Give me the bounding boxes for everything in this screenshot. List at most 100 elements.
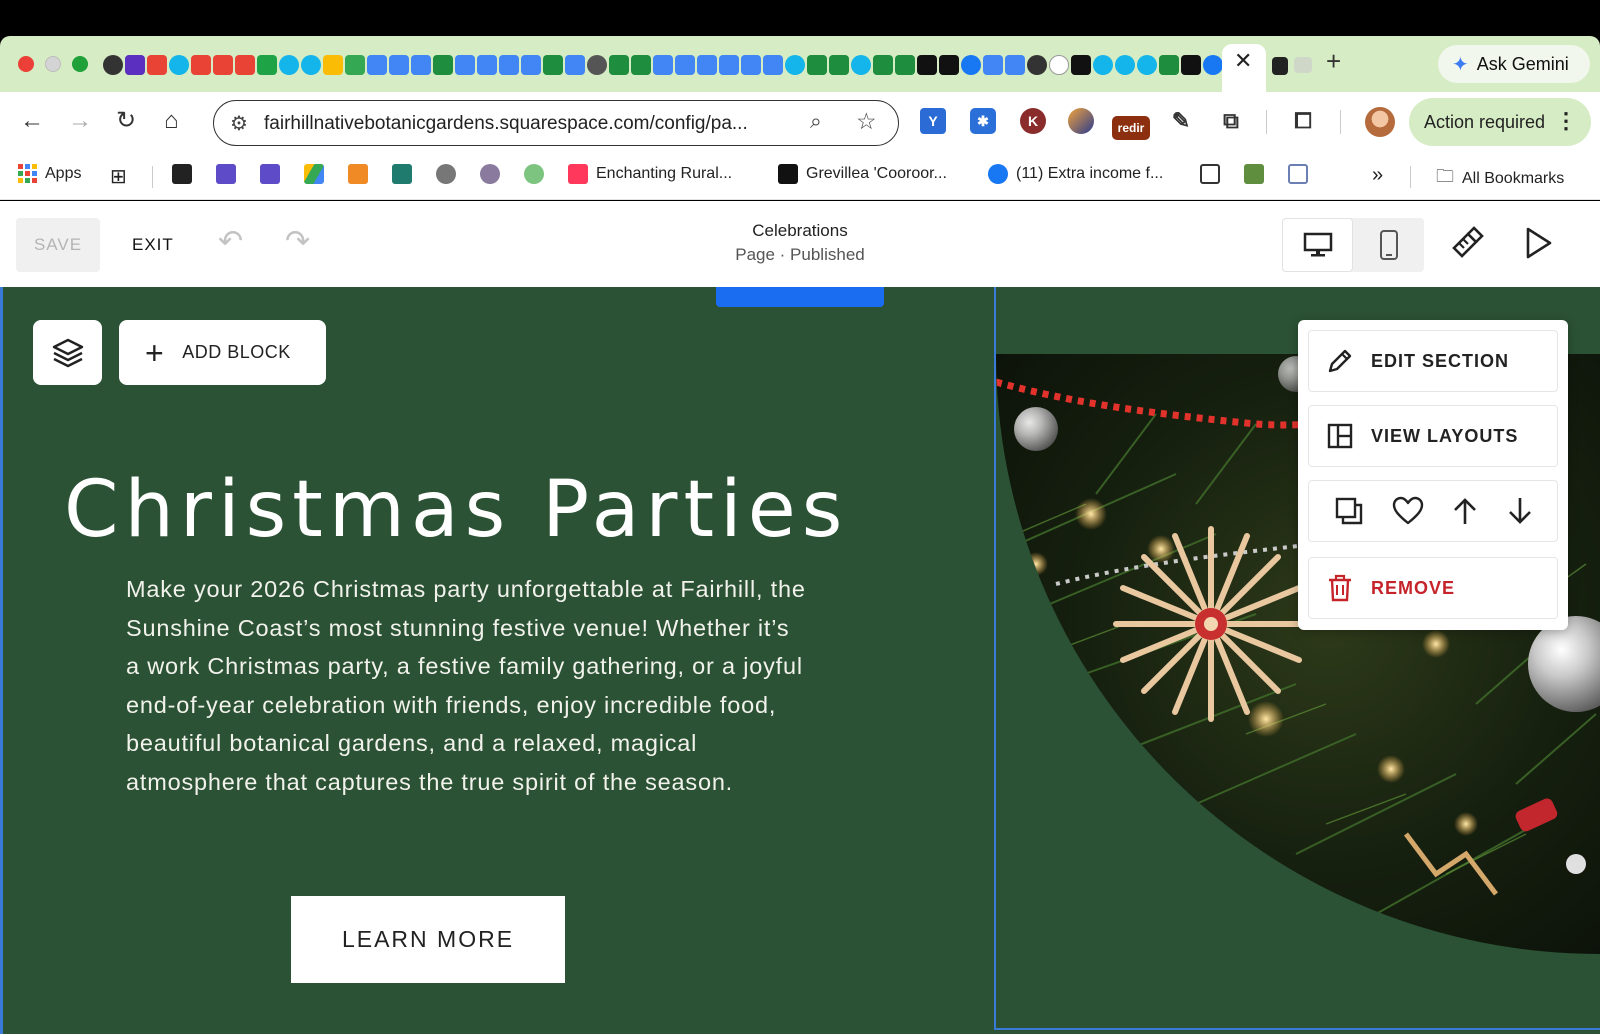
extensions-puzzle-icon[interactable]: ⧉ bbox=[1218, 108, 1244, 134]
tab-favicon[interactable] bbox=[851, 55, 871, 75]
tab-favicon[interactable] bbox=[565, 55, 585, 75]
add-block-button[interactable]: + ADD BLOCK bbox=[119, 320, 326, 385]
maximize-window-button[interactable] bbox=[72, 56, 88, 72]
action-required-button[interactable]: Action required ⋮ bbox=[1409, 98, 1591, 146]
bookmark-drive-icon[interactable] bbox=[304, 164, 324, 184]
bookmark-bird-icon[interactable] bbox=[436, 164, 456, 184]
tab-favicon[interactable] bbox=[213, 55, 233, 75]
more-vertical-icon[interactable]: ⋮ bbox=[1555, 107, 1577, 135]
tab-favicon[interactable] bbox=[1272, 57, 1288, 75]
redir-extension-icon[interactable]: redir bbox=[1112, 116, 1150, 140]
bookmark-shell-icon[interactable] bbox=[480, 164, 500, 184]
tab-favicon[interactable] bbox=[917, 55, 937, 75]
bookmark-heart-icon[interactable] bbox=[524, 164, 544, 184]
move-down-icon[interactable] bbox=[1506, 496, 1534, 526]
tab-favicon[interactable] bbox=[389, 55, 409, 75]
extension-y-icon[interactable]: Y bbox=[920, 108, 946, 134]
bookmark-blocks-icon[interactable] bbox=[348, 164, 368, 184]
tab-favicon[interactable] bbox=[1049, 55, 1069, 75]
tab-favicon[interactable] bbox=[1115, 55, 1135, 75]
tab-groups-grid-icon[interactable]: ⊞ bbox=[110, 164, 127, 189]
minimize-window-button[interactable] bbox=[45, 56, 61, 72]
tab-favicon[interactable] bbox=[1159, 55, 1179, 75]
tab-favicon[interactable] bbox=[807, 55, 827, 75]
tab-favicon[interactable] bbox=[829, 55, 849, 75]
tab-search-icon[interactable]: ⧠ bbox=[1290, 108, 1316, 134]
address-bar[interactable]: ⚙ fairhillnativebotanicgardens.squarespa… bbox=[213, 100, 899, 146]
bookmark-list-icon[interactable] bbox=[216, 164, 236, 184]
zoom-icon[interactable]: ⌕ bbox=[810, 110, 822, 134]
site-settings-icon[interactable]: ⚙ bbox=[230, 111, 248, 136]
reload-icon[interactable]: ↻ bbox=[116, 106, 136, 136]
back-arrow-icon[interactable]: ← bbox=[20, 106, 44, 136]
bookmark-shopify-icon[interactable] bbox=[1244, 164, 1264, 184]
tab-favicon[interactable] bbox=[367, 55, 387, 75]
tab-favicon[interactable] bbox=[125, 55, 145, 75]
tab-favicon[interactable] bbox=[895, 55, 915, 75]
heart-icon[interactable] bbox=[1392, 496, 1424, 526]
bookmark-star-icon[interactable]: ☆ bbox=[856, 108, 877, 135]
bookmarks-overflow-icon[interactable]: » bbox=[1372, 164, 1383, 187]
ask-gemini-button[interactable]: ✦ Ask Gemini bbox=[1438, 45, 1590, 83]
extension-k-icon[interactable]: K bbox=[1020, 108, 1046, 134]
tab-favicon[interactable] bbox=[785, 55, 805, 75]
tab-favicon[interactable] bbox=[719, 55, 739, 75]
tab-favicon[interactable] bbox=[521, 55, 541, 75]
move-up-icon[interactable] bbox=[1451, 496, 1479, 526]
remove-section-button[interactable]: REMOVE bbox=[1308, 557, 1558, 619]
tab-favicon[interactable] bbox=[961, 55, 981, 75]
profile-avatar[interactable] bbox=[1365, 107, 1395, 137]
tab-favicon[interactable] bbox=[543, 55, 563, 75]
tab-favicon[interactable] bbox=[1181, 55, 1201, 75]
tab-favicon[interactable] bbox=[323, 55, 343, 75]
bookmark-grevillea[interactable]: Grevillea 'Cooroor... bbox=[778, 164, 947, 184]
tab-favicon[interactable] bbox=[697, 55, 717, 75]
view-layouts-button[interactable]: VIEW LAYOUTS bbox=[1308, 405, 1558, 467]
tab-favicon[interactable] bbox=[609, 55, 629, 75]
tab-favicon[interactable] bbox=[631, 55, 651, 75]
all-bookmarks[interactable]: 🗀 All Bookmarks bbox=[1436, 164, 1564, 194]
extension-swirl-icon[interactable] bbox=[1068, 108, 1094, 134]
tab-favicon[interactable] bbox=[499, 55, 519, 75]
tab-favicon[interactable] bbox=[1005, 55, 1025, 75]
tab-favicon[interactable] bbox=[763, 55, 783, 75]
tab-favicon[interactable] bbox=[1137, 55, 1157, 75]
bookmark-chart-icon[interactable] bbox=[392, 164, 412, 184]
bookmark-enchanting[interactable]: Enchanting Rural... bbox=[568, 164, 732, 184]
extension-snowflake-icon[interactable]: ✱ bbox=[970, 108, 996, 134]
exit-button[interactable]: EXIT bbox=[132, 235, 174, 255]
tab-favicon[interactable] bbox=[587, 55, 607, 75]
duplicate-icon[interactable] bbox=[1333, 495, 1365, 527]
tab-favicon[interactable] bbox=[345, 55, 365, 75]
tab-favicon[interactable] bbox=[103, 55, 123, 75]
tab-favicon[interactable] bbox=[939, 55, 959, 75]
tab-favicon[interactable] bbox=[257, 55, 277, 75]
tab-favicon[interactable] bbox=[1093, 55, 1113, 75]
add-section-button[interactable] bbox=[716, 287, 884, 307]
tab-favicon[interactable] bbox=[301, 55, 321, 75]
tab-favicon[interactable] bbox=[455, 55, 475, 75]
close-tab-icon[interactable]: ✕ bbox=[1234, 50, 1252, 72]
tab-favicon[interactable] bbox=[1203, 55, 1223, 75]
new-tab-button[interactable]: + bbox=[1326, 48, 1341, 74]
tab-favicon[interactable] bbox=[147, 55, 167, 75]
bookmark-apps[interactable]: Apps bbox=[18, 164, 81, 183]
tab-favicon[interactable] bbox=[741, 55, 761, 75]
forward-arrow-icon[interactable]: → bbox=[68, 106, 92, 136]
tab-favicon[interactable] bbox=[235, 55, 255, 75]
site-styles-icon[interactable] bbox=[1450, 226, 1484, 260]
tab-favicon[interactable] bbox=[279, 55, 299, 75]
tab-favicon[interactable] bbox=[983, 55, 1003, 75]
tab-favicon[interactable] bbox=[169, 55, 189, 75]
bookmark-facebook[interactable]: (11) Extra income f... bbox=[988, 164, 1163, 184]
save-button[interactable]: SAVE bbox=[16, 218, 100, 272]
redo-icon[interactable]: ↷ bbox=[285, 227, 310, 257]
tab-favicon[interactable] bbox=[1294, 57, 1312, 73]
mobile-view-button[interactable] bbox=[1353, 218, 1424, 272]
tab-favicon[interactable] bbox=[1027, 55, 1047, 75]
bookmark-check-icon[interactable] bbox=[1200, 164, 1220, 184]
learn-more-button[interactable]: LEARN MORE bbox=[291, 896, 565, 983]
desktop-view-button[interactable] bbox=[1282, 218, 1353, 272]
section-heading[interactable]: Christmas Parties bbox=[64, 465, 848, 555]
section-body-text[interactable]: Make your 2026 Christmas party unforgett… bbox=[126, 570, 806, 801]
